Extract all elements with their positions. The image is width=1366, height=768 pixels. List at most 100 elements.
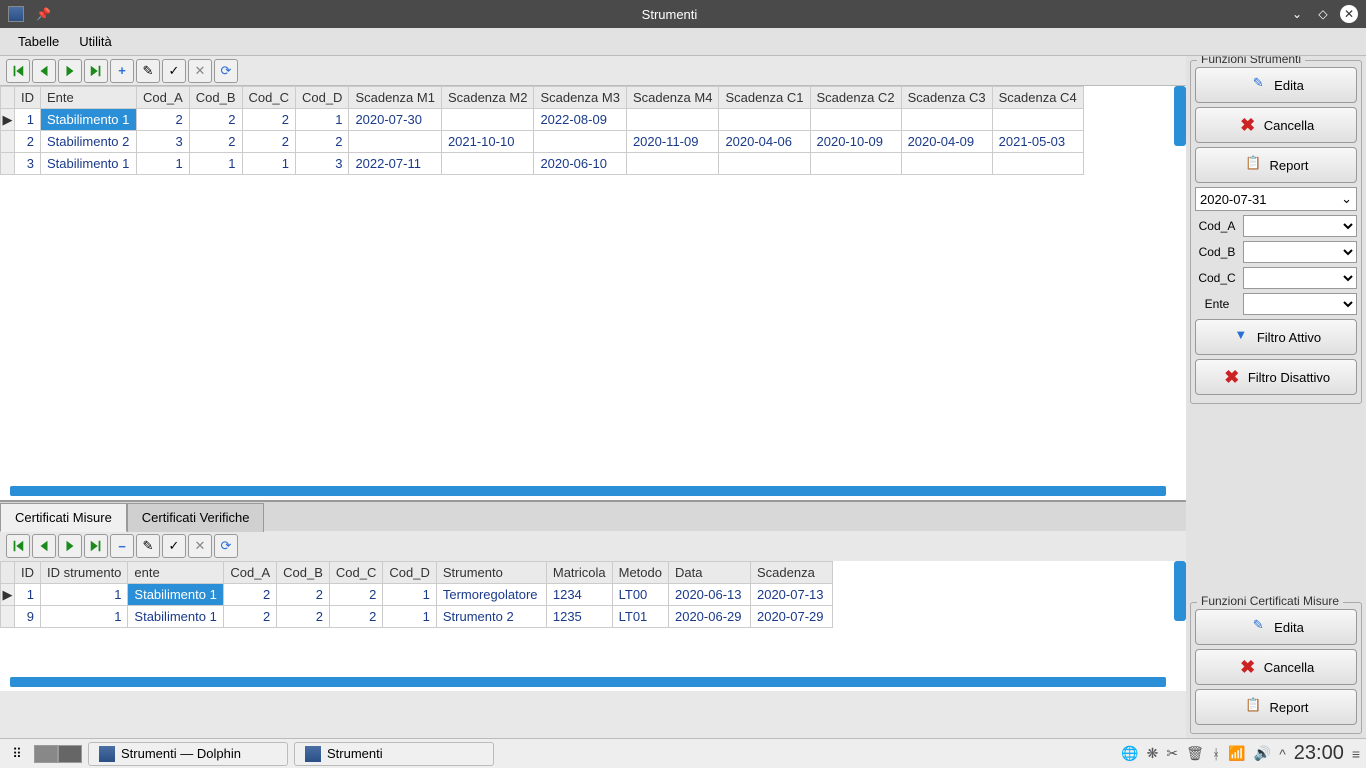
clock[interactable]: 23:00 xyxy=(1294,742,1344,765)
menu-tabelle[interactable]: Tabelle xyxy=(8,30,69,53)
tab-certificati-misure[interactable]: Certificati Misure xyxy=(0,503,127,532)
col-cod-a[interactable]: Cod_A xyxy=(137,87,190,109)
lcol-b[interactable]: Cod_B xyxy=(277,562,330,584)
edit-button-lower[interactable]: ✎ xyxy=(136,534,160,558)
report-cert-label: Report xyxy=(1269,700,1308,715)
lower-grid[interactable]: ID ID strumento ente Cod_A Cod_B Cod_C C… xyxy=(0,561,1186,691)
filter-cod-c[interactable] xyxy=(1243,267,1357,289)
cancella-button[interactable]: ✖Cancella xyxy=(1195,107,1357,143)
add-button[interactable]: + xyxy=(110,59,134,83)
pin-icon[interactable]: 📌 xyxy=(36,7,51,21)
cancel-button[interactable]: ✕ xyxy=(188,59,212,83)
lcol-idstr[interactable]: ID strumento xyxy=(41,562,128,584)
lcol-str[interactable]: Strumento xyxy=(436,562,546,584)
filtro-attivo-button[interactable]: ▼Filtro Attivo xyxy=(1195,319,1357,355)
nav-first-button[interactable] xyxy=(6,59,30,83)
date-filter[interactable]: 2020-07-31 ⌄ xyxy=(1195,187,1357,211)
vertical-scrollbar-lower[interactable] xyxy=(1174,561,1186,621)
filtro-disattivo-button[interactable]: ✖Filtro Disattivo xyxy=(1195,359,1357,395)
pencil-icon: ✎ xyxy=(1248,75,1268,95)
edita-button[interactable]: ✎Edita xyxy=(1195,67,1357,103)
refresh-button-lower[interactable]: ⟳ xyxy=(214,534,238,558)
funzioni-strumenti-group: Funzioni Strumenti ✎Edita ✖Cancella 📋Rep… xyxy=(1190,60,1362,404)
col-cod-c[interactable]: Cod_C xyxy=(242,87,295,109)
tray-icon[interactable]: ✂ xyxy=(1166,745,1178,762)
col-ente[interactable]: Ente xyxy=(41,87,137,109)
horizontal-scrollbar[interactable] xyxy=(10,486,1166,496)
minimize-button[interactable]: ⌄ xyxy=(1288,5,1306,23)
col-c2[interactable]: Scadenza C2 xyxy=(810,87,901,109)
col-cod-b[interactable]: Cod_B xyxy=(189,87,242,109)
app-launcher[interactable]: ⠿ xyxy=(6,743,28,765)
col-c4[interactable]: Scadenza C4 xyxy=(992,87,1083,109)
filter-cod-b[interactable] xyxy=(1243,241,1357,263)
lcol-ente[interactable]: ente xyxy=(128,562,224,584)
volume-icon[interactable]: 🔊 xyxy=(1254,745,1271,762)
table-row[interactable]: 2 Stabilimento 2 3222 2021-10-102020-11-… xyxy=(1,131,1084,153)
menu-utilita[interactable]: Utilità xyxy=(69,30,122,53)
maximize-button[interactable]: ◇ xyxy=(1314,5,1332,23)
lcol-c[interactable]: Cod_C xyxy=(329,562,382,584)
report-button[interactable]: 📋Report xyxy=(1195,147,1357,183)
network-icon[interactable]: 📶 xyxy=(1228,745,1245,762)
nav-last-button-lower[interactable] xyxy=(84,534,108,558)
nav-next-button[interactable] xyxy=(58,59,82,83)
table-row[interactable]: 3 Stabilimento 1 1113 2022-07-112020-06-… xyxy=(1,153,1084,175)
lcol-met[interactable]: Metodo xyxy=(612,562,668,584)
edit-button[interactable]: ✎ xyxy=(136,59,160,83)
tray-icon[interactable]: ❋ xyxy=(1147,745,1159,762)
refresh-button[interactable]: ⟳ xyxy=(214,59,238,83)
filter-cod-a[interactable] xyxy=(1243,215,1357,237)
filter-cod-c-label: Cod_C xyxy=(1195,271,1239,285)
nav-last-button[interactable] xyxy=(84,59,108,83)
table-row[interactable]: 91 Stabilimento 1 2221 Strumento 21235LT… xyxy=(1,606,833,628)
chevron-up-icon[interactable]: ^ xyxy=(1279,746,1286,762)
lcol-data[interactable]: Data xyxy=(668,562,750,584)
taskbar-item-dolphin[interactable]: Strumenti — Dolphin xyxy=(88,742,288,766)
panel-menu-icon[interactable]: ≡ xyxy=(1352,746,1360,762)
lcol-mat[interactable]: Matricola xyxy=(546,562,612,584)
nav-first-button-lower[interactable] xyxy=(6,534,30,558)
report-cert-button[interactable]: 📋Report xyxy=(1195,689,1357,725)
app-icon xyxy=(8,6,24,22)
cancel-button-lower[interactable]: ✕ xyxy=(188,534,212,558)
col-c1[interactable]: Scadenza C1 xyxy=(719,87,810,109)
col-m3[interactable]: Scadenza M3 xyxy=(534,87,627,109)
bluetooth-icon[interactable]: ᚼ xyxy=(1212,746,1220,762)
filter-ente[interactable] xyxy=(1243,293,1357,315)
filter-cod-b-label: Cod_B xyxy=(1195,245,1239,259)
col-c3[interactable]: Scadenza C3 xyxy=(901,87,992,109)
vertical-scrollbar[interactable] xyxy=(1174,86,1186,146)
lcol-scad[interactable]: Scadenza xyxy=(750,562,832,584)
col-m1[interactable]: Scadenza M1 xyxy=(349,87,442,109)
desktop-pager[interactable] xyxy=(34,745,82,763)
table-row[interactable]: ▶ 1 Stabilimento 1 2221 2020-07-302022-0… xyxy=(1,109,1084,131)
pencil-icon: ✎ xyxy=(1248,617,1268,637)
cancella-cert-button[interactable]: ✖Cancella xyxy=(1195,649,1357,685)
nav-next-button-lower[interactable] xyxy=(58,534,82,558)
col-m2[interactable]: Scadenza M2 xyxy=(441,87,534,109)
tray-icon[interactable]: 🌐 xyxy=(1121,745,1138,762)
confirm-button[interactable]: ✓ xyxy=(162,59,186,83)
table-row[interactable]: ▶ 11 Stabilimento 1 2221 Termoregolatore… xyxy=(1,584,833,606)
close-button[interactable]: ✕ xyxy=(1340,5,1358,23)
lcol-d[interactable]: Cod_D xyxy=(383,562,436,584)
tray-icon[interactable]: 🗑 xyxy=(1186,745,1204,762)
nav-prev-button[interactable] xyxy=(32,59,56,83)
upper-grid[interactable]: ID Ente Cod_A Cod_B Cod_C Cod_D Scadenza… xyxy=(0,86,1186,501)
confirm-button-lower[interactable]: ✓ xyxy=(162,534,186,558)
col-id[interactable]: ID xyxy=(15,87,41,109)
taskbar-item-strumenti[interactable]: Strumenti xyxy=(294,742,494,766)
folder-icon xyxy=(99,746,115,762)
lcol-id[interactable]: ID xyxy=(15,562,41,584)
col-m4[interactable]: Scadenza M4 xyxy=(626,87,719,109)
col-cod-d[interactable]: Cod_D xyxy=(295,87,348,109)
cancella-label: Cancella xyxy=(1264,118,1315,133)
nav-prev-button-lower[interactable] xyxy=(32,534,56,558)
remove-button-lower[interactable]: − xyxy=(110,534,134,558)
lcol-a[interactable]: Cod_A xyxy=(224,562,277,584)
horizontal-scrollbar-lower[interactable] xyxy=(10,677,1166,687)
edita-cert-button[interactable]: ✎Edita xyxy=(1195,609,1357,645)
funzioni-certificati-legend: Funzioni Certificati Misure xyxy=(1197,594,1343,608)
tab-certificati-verifiche[interactable]: Certificati Verifiche xyxy=(127,503,265,532)
